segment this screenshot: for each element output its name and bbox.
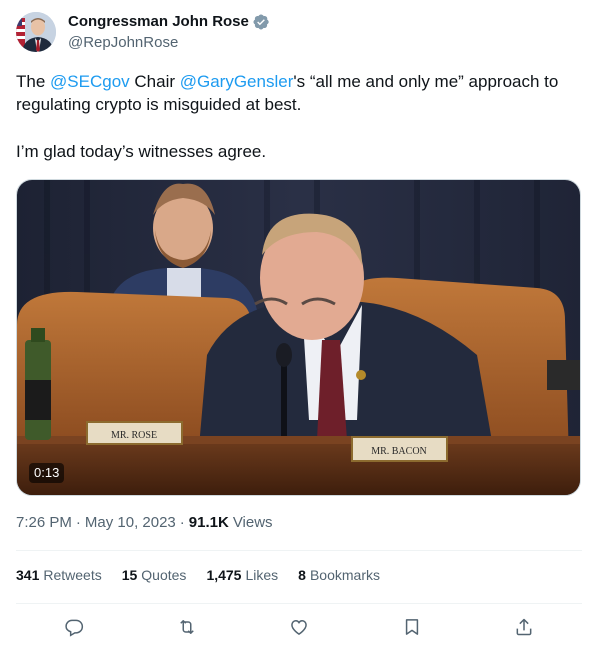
retweets-stat-link[interactable]: 341 Retweets [16, 567, 102, 583]
quotes-count: 15 [121, 567, 138, 583]
share-icon [516, 618, 532, 636]
tweet-text: The @SECgov Chair @GaryGensler's “all me… [16, 70, 582, 163]
like-icon [291, 619, 307, 635]
likes-count: 1,475 [206, 567, 242, 583]
share-button[interactable] [513, 614, 535, 640]
likes-label: Likes [245, 567, 279, 583]
views-label: Views [232, 514, 273, 531]
quotes-stat-link[interactable]: 15 Quotes [122, 567, 187, 583]
retweet-icon [179, 620, 194, 634]
reply-icon [65, 619, 84, 637]
meta-separator: · [75, 514, 81, 531]
retweet-button[interactable] [176, 614, 198, 640]
user-handle[interactable]: @RepJohnRose [68, 33, 270, 53]
video-frame: MR. ROSE MR. BACON [17, 180, 580, 495]
action-bar [16, 614, 582, 640]
reply-button[interactable] [63, 614, 85, 640]
tweet-text-segment: Chair [129, 72, 180, 91]
quotes-label: Quotes [141, 567, 187, 583]
tweet-paragraph-2: I’m glad today’s witnesses agree. [16, 142, 267, 161]
display-name[interactable]: Congressman John Rose [68, 13, 249, 31]
meta-separator: · [179, 514, 185, 531]
retweets-label: Retweets [43, 567, 102, 583]
verified-badge-icon[interactable] [252, 13, 270, 31]
likes-stat-link[interactable]: 1,475 Likes [206, 567, 278, 583]
bookmarks-label: Bookmarks [309, 567, 380, 583]
avatar[interactable] [16, 12, 56, 52]
divider [16, 550, 582, 551]
bookmark-button[interactable] [401, 614, 423, 640]
avatar-image [16, 12, 56, 52]
tweet-text-segment: The [16, 72, 51, 91]
mention-garygensler-link[interactable]: @GaryGensler [180, 72, 294, 91]
bookmark-icon [405, 619, 418, 635]
video-duration-badge: 0:13 [29, 463, 65, 483]
divider [16, 603, 582, 604]
engagement-stats: 341 Retweets 15 Quotes 1,475 Likes 8 Bookmar… [16, 567, 400, 583]
tweet-date-link[interactable]: May 10, 2023 [85, 514, 176, 531]
tweet-paragraph-1: The @SECgov Chair @GaryGensler's “all me… [16, 70, 582, 116]
video-player[interactable]: MR. ROSE MR. BACON 0:13 [16, 179, 581, 496]
tweet-time-link[interactable]: 7:26 PM [16, 514, 72, 531]
like-button[interactable] [288, 614, 310, 640]
views-count: 91.1K [188, 514, 229, 531]
bookmarks-stat-link[interactable]: 8 Bookmarks [298, 567, 380, 583]
nameplate-left: MR. ROSE [111, 430, 157, 441]
tweet-header: Congressman John Rose @RepJohnRose [16, 12, 270, 53]
nameplate-right: MR. BACON [371, 446, 427, 457]
bookmarks-count: 8 [298, 567, 306, 583]
tweet-meta: 7:26 PM · May 10, 2023 · 91.1K Views [16, 514, 273, 531]
mention-secgov-link[interactable]: @SECgov [50, 72, 130, 91]
retweets-count: 341 [16, 567, 40, 583]
